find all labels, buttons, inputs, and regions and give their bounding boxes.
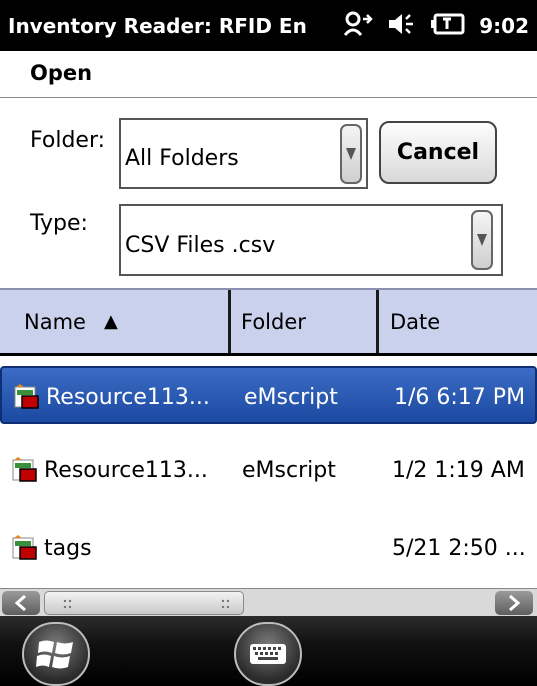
cancel-button[interactable]: Cancel <box>379 121 497 184</box>
scroll-left-button[interactable] <box>2 591 40 615</box>
folder-select[interactable]: All Folders <box>119 118 368 189</box>
chevron-down-icon[interactable] <box>340 124 362 184</box>
csv-file-icon <box>14 384 39 409</box>
table-row[interactable]: Resource113... eMscript 1/2 1:19 AM <box>0 441 537 499</box>
status-icons: 9:02 <box>341 0 529 51</box>
file-date: 1/6 6:17 PM <box>394 384 526 410</box>
keyboard-button[interactable] <box>234 622 302 686</box>
file-date: 1/2 1:19 AM <box>392 457 525 483</box>
csv-file-icon <box>12 457 37 482</box>
table-row[interactable]: tags 5/21 2:50 ... <box>0 519 537 577</box>
folder-select-value: All Folders <box>125 146 239 171</box>
scrollbar-thumb[interactable] <box>44 591 244 615</box>
type-select-value: CSV Files .csv <box>125 233 276 258</box>
file-name: Resource113... <box>46 384 210 410</box>
file-name: tags <box>44 535 92 561</box>
start-button[interactable] <box>22 622 90 686</box>
file-filter-form: Folder: All Folders Cancel Type: CSV Fil… <box>0 98 537 288</box>
title-bar: Inventory Reader: RFID En 9:02 <box>0 0 537 51</box>
speaker-icon[interactable] <box>387 11 417 41</box>
column-header-row: Name ▲ Folder Date <box>0 288 537 356</box>
csv-file-icon <box>12 535 37 560</box>
file-folder: eMscript <box>244 384 338 410</box>
table-row[interactable]: Resource113... eMscript 1/6 6:17 PM <box>0 366 537 424</box>
column-header-name-label: Name <box>24 309 86 334</box>
horizontal-scrollbar[interactable] <box>0 588 537 616</box>
grip-icon <box>221 599 230 609</box>
column-header-folder-label: Folder <box>241 309 306 334</box>
battery-icon[interactable] <box>431 13 465 39</box>
app-title: Inventory Reader: RFID En <box>8 13 307 38</box>
chevron-right-icon <box>509 595 521 611</box>
dialog-title: Open <box>30 61 93 85</box>
sort-ascending-icon: ▲ <box>103 311 118 332</box>
type-select[interactable]: CSV Files .csv <box>119 204 503 276</box>
taskbar <box>0 616 537 686</box>
column-divider[interactable] <box>376 290 379 353</box>
windows-logo-icon <box>36 640 73 669</box>
chevron-left-icon <box>14 595 26 611</box>
column-header-date-label: Date <box>390 309 441 334</box>
keyboard-icon <box>250 644 286 664</box>
dialog-header: Open <box>0 51 537 98</box>
type-label: Type: <box>30 211 88 236</box>
column-header-name[interactable]: Name ▲ <box>24 290 224 353</box>
scroll-right-button[interactable] <box>495 591 533 615</box>
chevron-down-icon[interactable] <box>471 210 493 270</box>
column-divider[interactable] <box>228 290 231 353</box>
connectivity-icon[interactable] <box>341 9 374 43</box>
file-folder: eMscript <box>242 457 336 483</box>
folder-label: Folder: <box>30 128 106 153</box>
clock[interactable]: 9:02 <box>479 14 529 38</box>
column-header-date[interactable]: Date <box>390 290 530 353</box>
grip-icon <box>63 599 72 609</box>
file-name: Resource113... <box>44 457 208 483</box>
file-date: 5/21 2:50 ... <box>392 535 526 561</box>
column-header-folder[interactable]: Folder <box>241 290 371 353</box>
